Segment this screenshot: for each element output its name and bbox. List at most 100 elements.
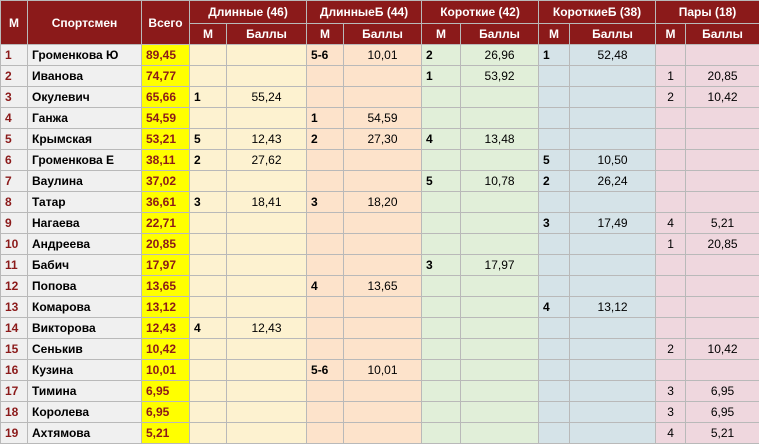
short-b-place-cell[interactable]: 3 bbox=[539, 213, 570, 234]
long-b-points-cell[interactable] bbox=[344, 87, 422, 108]
total-cell[interactable]: 20,85 bbox=[142, 234, 190, 255]
long-place-cell[interactable] bbox=[190, 108, 227, 129]
header-short-b-place[interactable]: М bbox=[539, 24, 570, 45]
header-group-long-b[interactable]: ДлинныеБ (44) bbox=[307, 1, 422, 24]
table-row[interactable]: 16Кузина10,015-610,01 bbox=[1, 360, 759, 381]
short-points-cell[interactable] bbox=[461, 213, 539, 234]
long-b-place-cell[interactable] bbox=[307, 213, 344, 234]
short-b-points-cell[interactable] bbox=[570, 402, 656, 423]
row-place-cell[interactable]: 15 bbox=[1, 339, 28, 360]
row-place-cell[interactable]: 1 bbox=[1, 45, 28, 66]
total-cell[interactable]: 53,21 bbox=[142, 129, 190, 150]
athlete-name-cell[interactable]: Бабич bbox=[28, 255, 142, 276]
athlete-name-cell[interactable]: Королева bbox=[28, 402, 142, 423]
long-points-cell[interactable] bbox=[227, 66, 307, 87]
pairs-points-cell[interactable] bbox=[686, 45, 759, 66]
short-place-cell[interactable] bbox=[422, 108, 461, 129]
pairs-points-cell[interactable] bbox=[686, 318, 759, 339]
short-place-cell[interactable] bbox=[422, 297, 461, 318]
short-b-points-cell[interactable] bbox=[570, 423, 656, 444]
row-place-cell[interactable]: 16 bbox=[1, 360, 28, 381]
table-row[interactable]: 19Ахтямова5,2145,21 bbox=[1, 423, 759, 444]
long-points-cell[interactable] bbox=[227, 360, 307, 381]
long-points-cell[interactable] bbox=[227, 297, 307, 318]
total-cell[interactable]: 22,71 bbox=[142, 213, 190, 234]
table-row[interactable]: 18Королева6,9536,95 bbox=[1, 402, 759, 423]
pairs-place-cell[interactable]: 1 bbox=[656, 234, 686, 255]
pairs-points-cell[interactable] bbox=[686, 171, 759, 192]
table-row[interactable]: 10Андреева20,85120,85 bbox=[1, 234, 759, 255]
header-group-short[interactable]: Короткие (42) bbox=[422, 1, 539, 24]
total-cell[interactable]: 10,42 bbox=[142, 339, 190, 360]
short-b-points-cell[interactable] bbox=[570, 234, 656, 255]
short-points-cell[interactable] bbox=[461, 150, 539, 171]
long-b-points-cell[interactable] bbox=[344, 213, 422, 234]
table-row[interactable]: 2Иванова74,77153,92120,85 bbox=[1, 66, 759, 87]
athlete-name-cell[interactable]: Тимина bbox=[28, 381, 142, 402]
header-athlete[interactable]: Спортсмен bbox=[28, 1, 142, 45]
total-cell[interactable]: 13,65 bbox=[142, 276, 190, 297]
short-place-cell[interactable] bbox=[422, 402, 461, 423]
athlete-name-cell[interactable]: Татар bbox=[28, 192, 142, 213]
row-place-cell[interactable]: 19 bbox=[1, 423, 28, 444]
total-cell[interactable]: 6,95 bbox=[142, 402, 190, 423]
athlete-name-cell[interactable]: Попова bbox=[28, 276, 142, 297]
long-place-cell[interactable] bbox=[190, 171, 227, 192]
long-points-cell[interactable]: 55,24 bbox=[227, 87, 307, 108]
short-b-points-cell[interactable]: 26,24 bbox=[570, 171, 656, 192]
long-place-cell[interactable] bbox=[190, 276, 227, 297]
table-row[interactable]: 6Громенкова Е38,11227,62510,50 bbox=[1, 150, 759, 171]
short-points-cell[interactable]: 17,97 bbox=[461, 255, 539, 276]
long-place-cell[interactable] bbox=[190, 66, 227, 87]
short-b-points-cell[interactable]: 10,50 bbox=[570, 150, 656, 171]
short-place-cell[interactable]: 2 bbox=[422, 45, 461, 66]
long-b-points-cell[interactable]: 10,01 bbox=[344, 45, 422, 66]
short-b-points-cell[interactable] bbox=[570, 108, 656, 129]
pairs-place-cell[interactable] bbox=[656, 318, 686, 339]
pairs-points-cell[interactable] bbox=[686, 150, 759, 171]
pairs-place-cell[interactable] bbox=[656, 192, 686, 213]
short-b-place-cell[interactable] bbox=[539, 108, 570, 129]
long-place-cell[interactable]: 4 bbox=[190, 318, 227, 339]
short-place-cell[interactable] bbox=[422, 276, 461, 297]
long-place-cell[interactable] bbox=[190, 234, 227, 255]
short-b-points-cell[interactable]: 13,12 bbox=[570, 297, 656, 318]
pairs-points-cell[interactable]: 6,95 bbox=[686, 402, 759, 423]
row-place-cell[interactable]: 5 bbox=[1, 129, 28, 150]
short-b-place-cell[interactable] bbox=[539, 87, 570, 108]
row-place-cell[interactable]: 3 bbox=[1, 87, 28, 108]
long-b-points-cell[interactable] bbox=[344, 318, 422, 339]
pairs-points-cell[interactable]: 20,85 bbox=[686, 234, 759, 255]
short-place-cell[interactable]: 3 bbox=[422, 255, 461, 276]
long-place-cell[interactable] bbox=[190, 423, 227, 444]
short-points-cell[interactable]: 26,96 bbox=[461, 45, 539, 66]
total-cell[interactable]: 65,66 bbox=[142, 87, 190, 108]
long-points-cell[interactable] bbox=[227, 276, 307, 297]
long-b-place-cell[interactable] bbox=[307, 318, 344, 339]
short-b-place-cell[interactable] bbox=[539, 381, 570, 402]
short-b-place-cell[interactable]: 4 bbox=[539, 297, 570, 318]
short-place-cell[interactable] bbox=[422, 339, 461, 360]
long-b-place-cell[interactable]: 3 bbox=[307, 192, 344, 213]
table-row[interactable]: 5Крымская53,21512,43227,30413,48 bbox=[1, 129, 759, 150]
pairs-place-cell[interactable]: 4 bbox=[656, 213, 686, 234]
short-b-points-cell[interactable] bbox=[570, 66, 656, 87]
long-b-place-cell[interactable] bbox=[307, 150, 344, 171]
long-b-place-cell[interactable] bbox=[307, 339, 344, 360]
pairs-place-cell[interactable] bbox=[656, 255, 686, 276]
athlete-name-cell[interactable]: Крымская bbox=[28, 129, 142, 150]
athlete-name-cell[interactable]: Иванова bbox=[28, 66, 142, 87]
long-b-points-cell[interactable] bbox=[344, 255, 422, 276]
short-b-place-cell[interactable]: 1 bbox=[539, 45, 570, 66]
long-place-cell[interactable] bbox=[190, 213, 227, 234]
pairs-points-cell[interactable] bbox=[686, 360, 759, 381]
pairs-place-cell[interactable] bbox=[656, 171, 686, 192]
short-points-cell[interactable]: 13,48 bbox=[461, 129, 539, 150]
short-place-cell[interactable] bbox=[422, 360, 461, 381]
short-points-cell[interactable] bbox=[461, 297, 539, 318]
long-place-cell[interactable] bbox=[190, 255, 227, 276]
short-points-cell[interactable] bbox=[461, 360, 539, 381]
long-b-place-cell[interactable]: 2 bbox=[307, 129, 344, 150]
short-place-cell[interactable] bbox=[422, 150, 461, 171]
short-b-points-cell[interactable]: 52,48 bbox=[570, 45, 656, 66]
